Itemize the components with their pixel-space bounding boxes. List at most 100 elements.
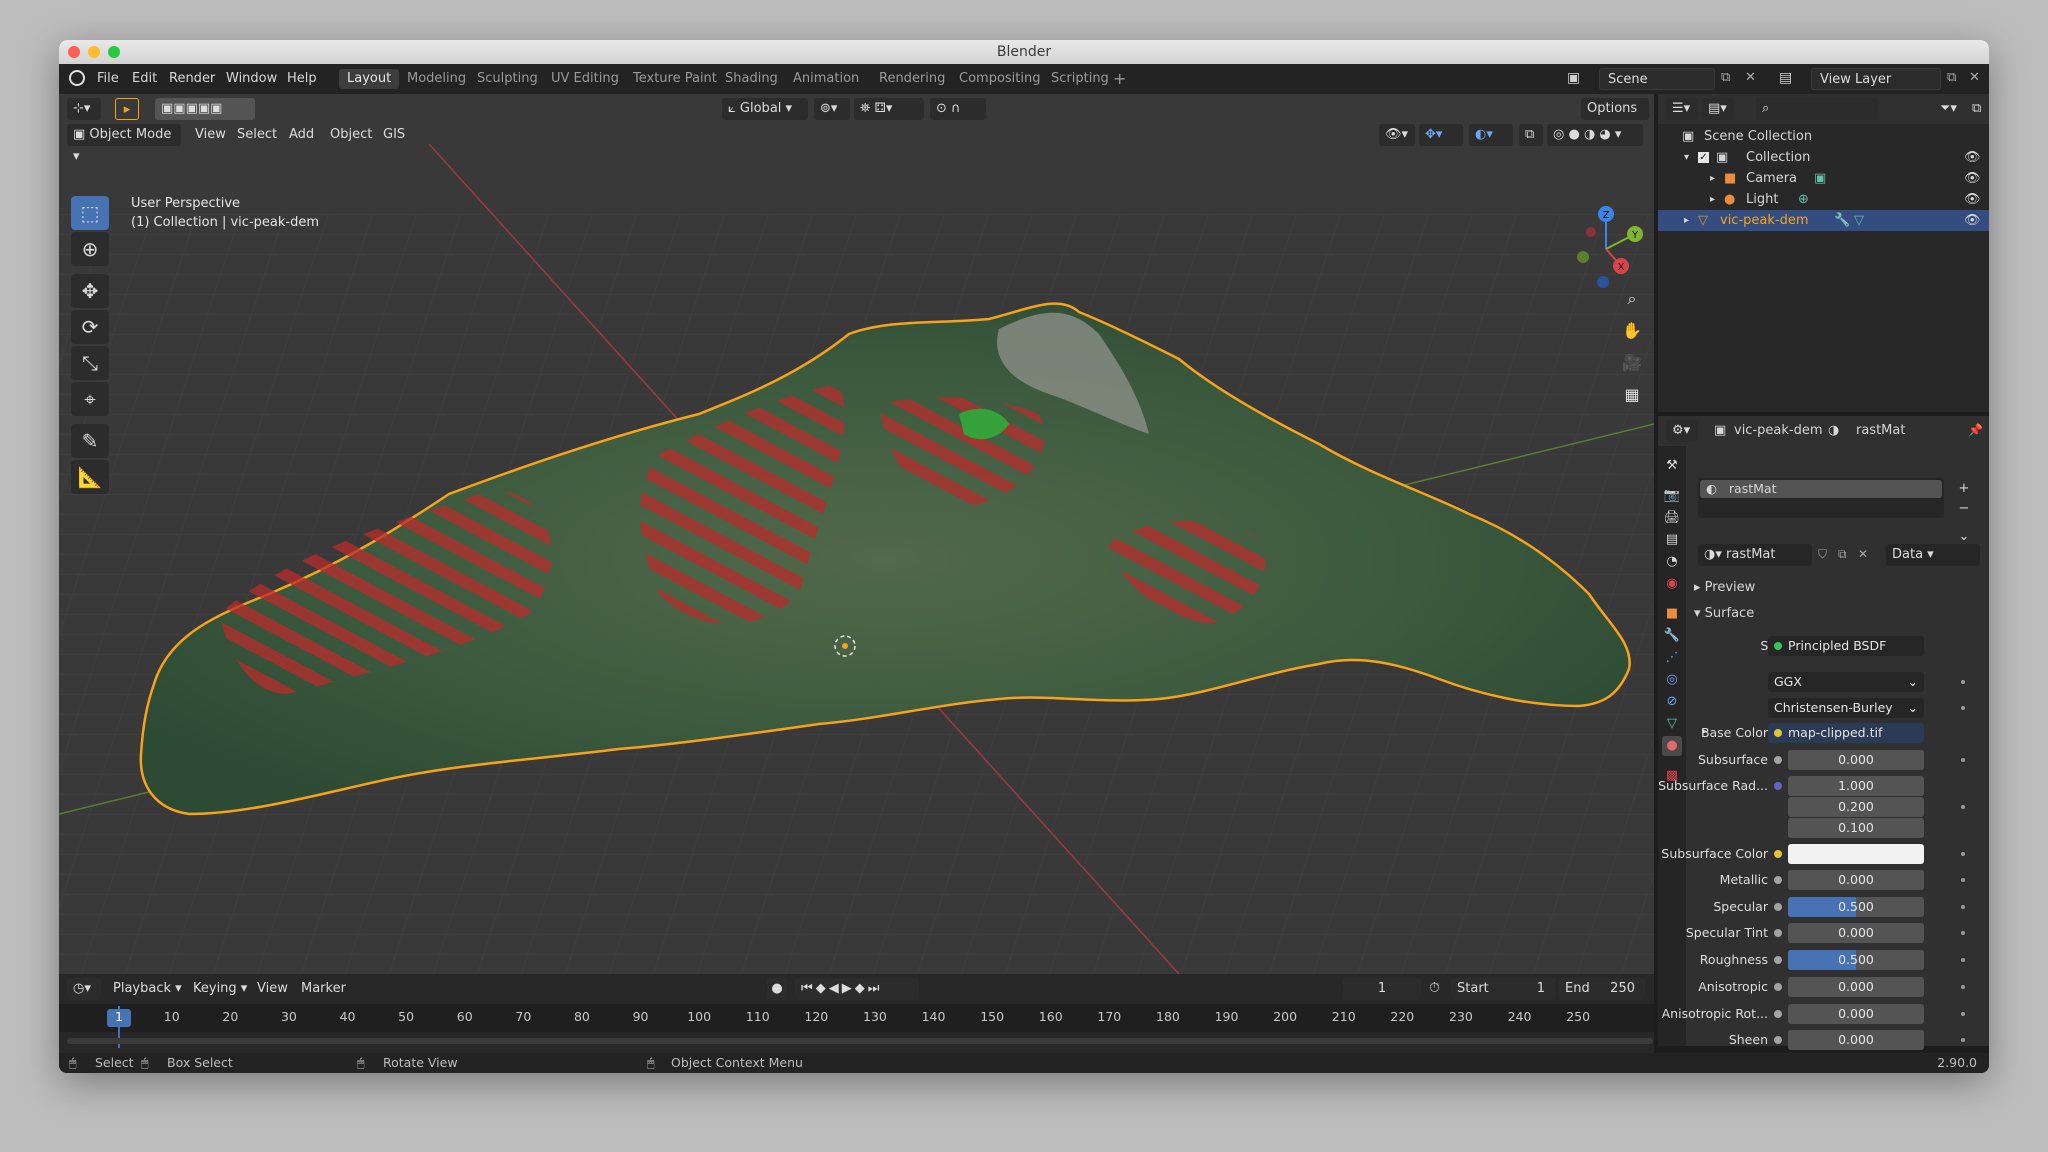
options-dropdown[interactable]: Options ▾	[1581, 98, 1649, 138]
zoom-window-button[interactable]	[108, 46, 120, 58]
gizmo-neg-x-axis[interactable]	[1586, 227, 1596, 237]
anisotropic-slider[interactable]: 0.000	[1788, 976, 1924, 997]
subsurface-radius-x[interactable]: 1.000	[1788, 776, 1924, 796]
menu-render[interactable]: Render	[169, 71, 215, 86]
duplicate-material-icon[interactable]: ⧉	[1838, 547, 1847, 562]
render-tab-icon[interactable]: 📷	[1662, 486, 1682, 506]
physics-tab-icon[interactable]: ◎	[1662, 670, 1682, 690]
visibility-icon[interactable]: 👁▾	[1379, 124, 1415, 146]
outliner-row-vic-peak-dem[interactable]: ▸ ▽ vic-peak-dem 🔧 ▽ 👁	[1658, 210, 1989, 231]
checkbox-icon[interactable]: ✓	[1698, 152, 1709, 163]
new-view-layer-icon[interactable]: ⧉	[1947, 70, 1956, 85]
minimize-window-button[interactable]	[88, 46, 100, 58]
scene-icon[interactable]: ▣	[1567, 70, 1580, 86]
view-layer-field[interactable]: View Layer	[1811, 68, 1941, 90]
outliner-row-collection[interactable]: ▾ ✓ ▣ Collection 👁	[1658, 147, 1989, 168]
unlink-material-icon[interactable]: ✕	[1858, 547, 1868, 561]
subsurface-field[interactable]: 0.000	[1788, 750, 1924, 770]
tab-texture-paint[interactable]: Texture Paint	[625, 69, 725, 89]
socket-dot-icon[interactable]	[1774, 1036, 1782, 1045]
viewport-menu-select[interactable]: Select	[231, 124, 283, 146]
keyframe-dot-icon[interactable]	[1961, 852, 1965, 856]
tool-tab-icon[interactable]: ⚒	[1662, 456, 1682, 476]
mesh-data-icon[interactable]: ▽	[1854, 210, 1864, 231]
outliner-row-scene-collection[interactable]: ▣ Scene Collection	[1658, 126, 1989, 147]
outliner-row-light[interactable]: ▸ ● Light ⊕ 👁	[1658, 189, 1989, 210]
filter-icon[interactable]: ⏷▾	[1934, 98, 1968, 120]
constraints-tab-icon[interactable]: ⊘	[1662, 692, 1682, 712]
outliner-search-input[interactable]: ⌕	[1756, 98, 1878, 120]
color-socket-icon[interactable]	[1774, 850, 1782, 858]
move-tool[interactable]: ✥	[71, 274, 109, 308]
timeline-menu-marker[interactable]: Marker	[295, 978, 352, 1000]
end-frame-field[interactable]: End 250	[1559, 978, 1645, 1000]
surface-shader-field[interactable]: Principled BSDF	[1768, 636, 1924, 656]
socket-dot-icon[interactable]	[1774, 982, 1782, 991]
new-collection-icon[interactable]: ⧉	[1966, 98, 1988, 120]
keyframe-dot-icon[interactable]	[1961, 931, 1965, 936]
xray-toggle-icon[interactable]: ⧉	[1519, 124, 1543, 146]
tab-sculpting[interactable]: Sculpting	[469, 69, 546, 89]
keyframe-dot-icon[interactable]	[1961, 805, 1965, 809]
socket-dot-icon[interactable]	[1774, 756, 1782, 764]
keyframe-dot-icon[interactable]	[1961, 758, 1965, 762]
snapping-toggle[interactable]: ⛯ ⚃▾	[854, 98, 924, 120]
material-datablock-field[interactable]: ◑▾ rastMat	[1698, 544, 1812, 566]
select-box-tool[interactable]: ⬚	[71, 196, 109, 230]
stopwatch-icon[interactable]: ⏱	[1429, 980, 1440, 996]
shading-mode-buttons[interactable]: ◎ ● ◑ ◕ ▾	[1547, 124, 1643, 146]
vector-socket-icon[interactable]	[1774, 782, 1782, 790]
expand-arrow-icon[interactable]: ▸	[1710, 168, 1715, 189]
keyframe-dot-icon[interactable]	[1961, 904, 1965, 909]
gizmo-neg-z-axis[interactable]	[1597, 276, 1609, 288]
sheen-slider[interactable]: 0.000	[1788, 1030, 1924, 1051]
subsurface-color-swatch[interactable]	[1788, 844, 1924, 864]
remove-scene-icon[interactable]: ✕	[1745, 70, 1756, 85]
measure-tool[interactable]: 📐	[71, 460, 109, 494]
keyframe-dot-icon[interactable]	[1961, 680, 1965, 684]
outliner-editor-type-icon[interactable]: ☰▾	[1666, 98, 1698, 120]
expand-arrow-icon[interactable]: ▸	[1684, 210, 1689, 231]
socket-dot-icon[interactable]	[1774, 902, 1782, 911]
gizmo-neg-y-axis[interactable]	[1577, 251, 1589, 263]
outliner-row-camera[interactable]: ▸ ■ Camera ▣ 👁	[1658, 168, 1989, 189]
view-layer-tab-icon[interactable]: ▤	[1662, 530, 1682, 550]
eye-icon[interactable]: 👁	[1964, 189, 1981, 210]
expand-arrow-icon[interactable]: ▸	[1710, 189, 1715, 210]
surface-panel-header[interactable]: ▾ Surface	[1694, 606, 1754, 621]
pivot-point-dropdown[interactable]: ⊚▾	[814, 98, 850, 120]
pin-icon[interactable]: 📌	[1968, 423, 1983, 437]
close-window-button[interactable]	[68, 46, 80, 58]
eye-icon[interactable]: 👁	[1964, 168, 1981, 189]
blender-logo-icon[interactable]	[69, 70, 85, 86]
fake-user-shield-icon[interactable]: ⛉	[1818, 547, 1827, 562]
object-mode-dropdown[interactable]: ▣ Object Mode ▾	[67, 124, 181, 164]
roughness-slider[interactable]: 0.500	[1788, 950, 1924, 971]
metallic-slider[interactable]: 0.000	[1788, 870, 1924, 890]
new-scene-icon[interactable]: ⧉	[1721, 70, 1730, 85]
menu-file[interactable]: File	[97, 71, 119, 86]
socket-dot-icon[interactable]	[1774, 876, 1782, 884]
pan-hand-icon[interactable]: ✋	[1619, 318, 1645, 344]
tab-rendering[interactable]: Rendering	[871, 69, 953, 89]
display-mode-icon[interactable]: ▤▾	[1702, 98, 1734, 120]
base-color-texture-field[interactable]: map-clipped.tif	[1768, 723, 1924, 743]
add-workspace-button[interactable]: +	[1105, 69, 1134, 89]
tab-modeling[interactable]: Modeling	[399, 69, 474, 89]
record-keyframe-icon[interactable]: ●	[767, 978, 787, 1000]
perspective-grid-icon[interactable]: ▦	[1619, 382, 1645, 408]
rotate-tool[interactable]: ⟳	[71, 310, 109, 344]
cursor-tool[interactable]: ⊕	[71, 232, 109, 266]
viewport-menu-view[interactable]: View	[189, 124, 232, 146]
timeline-menu-keying[interactable]: Keying ▾	[187, 978, 253, 1000]
selection-mode-toggles[interactable]: ▣▣▣▣▣	[155, 98, 255, 120]
playback-controls[interactable]: ⏮◆◀▶◆⏭	[795, 978, 919, 1000]
subsurface-radius-z[interactable]: 0.100	[1788, 818, 1924, 838]
gizmo-toggle-icon[interactable]: ✥▾	[1419, 124, 1463, 146]
socket-dot-icon[interactable]	[1774, 956, 1782, 965]
current-frame-field[interactable]: 1	[1343, 978, 1421, 1000]
tab-layout[interactable]: Layout	[339, 69, 400, 89]
view-layer-icon[interactable]: ▤	[1779, 70, 1792, 86]
menu-edit[interactable]: Edit	[132, 71, 157, 86]
remove-slot-icon[interactable]: −	[1954, 498, 1974, 520]
